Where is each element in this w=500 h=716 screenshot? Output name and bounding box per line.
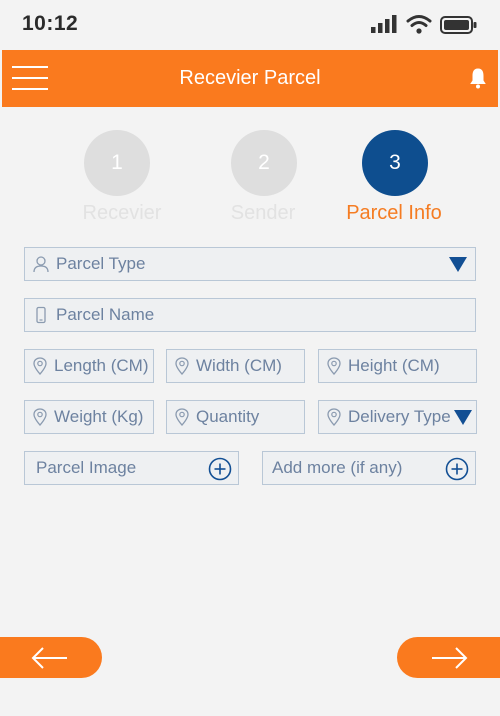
step-3-label: Parcel Info <box>346 202 442 224</box>
arrow-right-icon <box>432 646 468 669</box>
location-pin-icon <box>326 357 342 375</box>
parcel-type-placeholder: Parcel Type <box>56 254 146 273</box>
step-2-circle[interactable]: 2 <box>231 130 297 196</box>
weight-input[interactable]: Weight (Kg) <box>24 400 154 434</box>
height-placeholder: Height (CM) <box>348 356 440 375</box>
delivery-type-select[interactable]: Delivery Type <box>318 400 477 434</box>
quantity-input[interactable]: Quantity <box>166 400 305 434</box>
width-placeholder: Width (CM) <box>196 356 282 375</box>
width-input[interactable]: Width (CM) <box>166 349 305 383</box>
add-more-field[interactable]: Add more (if any) <box>262 451 476 485</box>
step-3-number: 3 <box>389 151 401 174</box>
status-time: 10:12 <box>22 12 79 35</box>
step-1-label: Recevier <box>82 202 162 224</box>
dropdown-arrow-icon[interactable] <box>454 410 472 425</box>
dropdown-arrow-icon[interactable] <box>449 257 467 272</box>
arrow-left-icon <box>31 646 67 669</box>
back-button[interactable] <box>0 637 102 678</box>
location-pin-icon <box>32 408 48 426</box>
wifi-icon <box>406 15 432 34</box>
status-bar: 10:12 <box>0 0 500 50</box>
parcel-type-select[interactable]: Parcel Type <box>24 247 476 281</box>
step-1-circle[interactable]: 1 <box>84 130 150 196</box>
delivery-type-placeholder: Delivery Type <box>348 407 451 426</box>
weight-placeholder: Weight (Kg) <box>54 407 144 426</box>
height-input[interactable]: Height (CM) <box>318 349 477 383</box>
user-icon <box>32 255 50 273</box>
next-button[interactable] <box>397 637 500 678</box>
location-pin-icon <box>326 408 342 426</box>
parcel-name-input[interactable]: Parcel Name <box>24 298 476 332</box>
step-3-circle[interactable]: 3 <box>362 130 428 196</box>
page-title: Recevier Parcel <box>179 67 321 89</box>
length-input[interactable]: Length (CM) <box>24 349 154 383</box>
phone-icon <box>32 306 50 324</box>
parcel-image-field[interactable]: Parcel Image <box>24 451 239 485</box>
parcel-name-placeholder: Parcel Name <box>56 305 155 324</box>
length-placeholder: Length (CM) <box>54 356 149 375</box>
add-circle-icon[interactable] <box>208 457 232 481</box>
add-circle-icon[interactable] <box>445 457 469 481</box>
step-1-number: 1 <box>111 151 123 174</box>
location-pin-icon <box>174 408 190 426</box>
battery-icon <box>440 16 477 34</box>
location-pin-icon <box>32 357 48 375</box>
signal-icon <box>371 15 397 33</box>
bell-icon[interactable] <box>469 67 487 89</box>
step-2-number: 2 <box>258 151 270 174</box>
quantity-placeholder: Quantity <box>196 407 260 426</box>
location-pin-icon <box>174 357 190 375</box>
step-2-label: Sender <box>230 202 296 224</box>
add-more-label: Add more (if any) <box>272 458 403 477</box>
app-bar: Recevier Parcel <box>2 50 498 107</box>
parcel-image-label: Parcel Image <box>36 458 137 477</box>
